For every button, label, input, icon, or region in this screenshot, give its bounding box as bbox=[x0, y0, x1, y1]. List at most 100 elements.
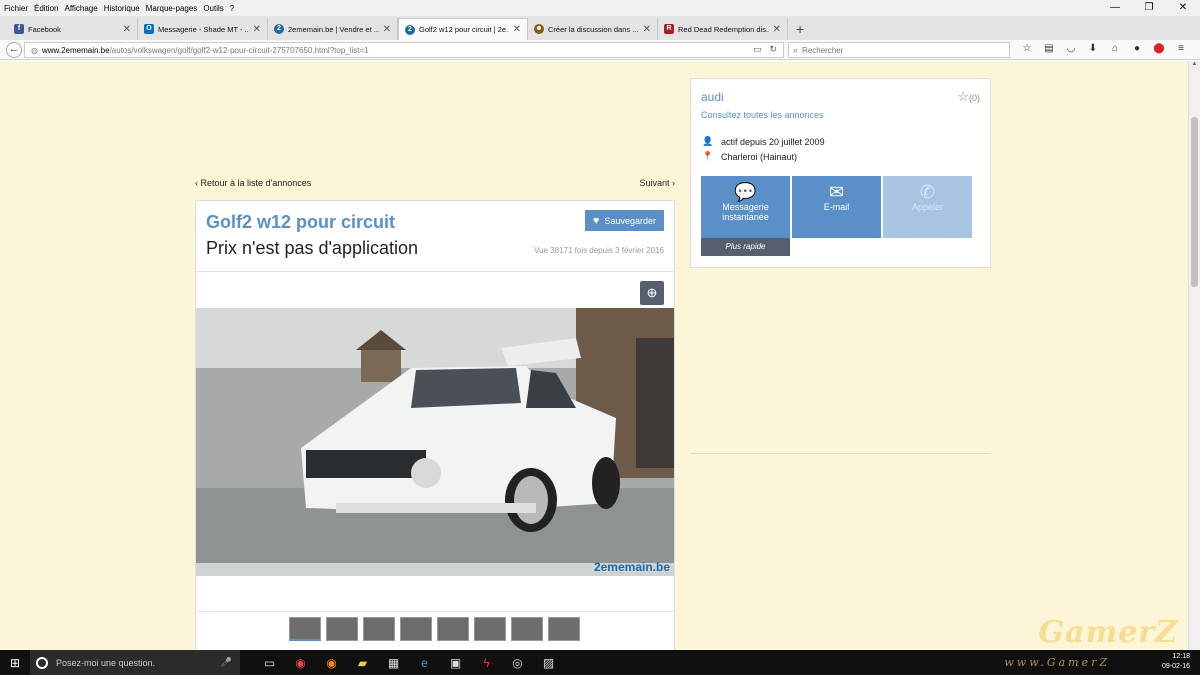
toolbar-icons: ☆ ▤ ◡ ⬇ ⌂ ● ⬤ ≡ bbox=[1016, 43, 1192, 54]
tab-label: Red Dead Redemption dis... bbox=[678, 24, 769, 34]
chevron-right-icon: › bbox=[669, 178, 675, 188]
save-button[interactable]: ♥ Sauvegarder bbox=[584, 210, 664, 231]
windows-taskbar: ⊞ Posez-moi une question. 🎤 ▭ ◉ ◉ ▰ ▦ e … bbox=[0, 650, 1200, 675]
close-tab-icon[interactable]: ✕ bbox=[643, 24, 651, 35]
windows-start-icon[interactable]: ⊞ bbox=[0, 656, 30, 670]
cortana-icon bbox=[36, 656, 48, 669]
instant-message-button[interactable]: 💬 Messagerie instantanée bbox=[701, 176, 790, 238]
task-view-icon[interactable]: ▭ bbox=[254, 656, 285, 670]
flash-icon[interactable]: ϟ bbox=[471, 656, 502, 670]
cortana-search[interactable]: Posez-moi une question. 🎤 bbox=[30, 650, 240, 675]
close-tab-icon[interactable]: ✕ bbox=[773, 24, 781, 35]
menu-tools[interactable]: Outils bbox=[203, 4, 223, 13]
close-window-button[interactable]: ✕ bbox=[1166, 0, 1200, 16]
photos-icon[interactable]: ▣ bbox=[440, 656, 471, 670]
divider bbox=[196, 271, 674, 272]
zoom-icon[interactable]: ⊕ bbox=[640, 281, 664, 305]
menu-edit[interactable]: Édition bbox=[34, 4, 58, 13]
thumbnail[interactable] bbox=[363, 617, 395, 641]
gamerz-url-watermark: www.GamerZ bbox=[1004, 656, 1110, 669]
reader-view-icon[interactable]: ▭ bbox=[753, 44, 762, 54]
globe-icon: ◍ bbox=[31, 45, 38, 55]
bookmarks-list-icon[interactable]: ▤ bbox=[1038, 43, 1060, 54]
listing-title: Golf2 w12 pour circuit bbox=[206, 212, 396, 232]
search-input[interactable] bbox=[802, 45, 993, 55]
thumbnail[interactable] bbox=[548, 617, 580, 641]
thumbnail[interactable] bbox=[326, 617, 358, 641]
close-tab-icon[interactable]: ✕ bbox=[253, 24, 261, 35]
back-arrow-icon[interactable]: ← bbox=[6, 41, 22, 58]
listing-price: Prix n'est pas d'application bbox=[206, 238, 418, 258]
tab-rdr[interactable]: R Red Dead Redemption dis... ✕ bbox=[658, 18, 788, 40]
next-link[interactable]: Suivant › bbox=[639, 178, 675, 188]
pocket-icon[interactable]: ◡ bbox=[1060, 43, 1082, 54]
system-clock[interactable]: 12:18 09-02-16 bbox=[1162, 652, 1190, 672]
home-icon[interactable]: ⌂ bbox=[1104, 43, 1126, 54]
seller-location: 📍 Charleroi (Hainaut) bbox=[702, 151, 798, 162]
thumbnail[interactable] bbox=[400, 617, 432, 641]
download-icon[interactable]: ⬇ bbox=[1082, 43, 1104, 54]
minimize-button[interactable]: — bbox=[1098, 0, 1132, 16]
chat-bubbles-icon: 💬 bbox=[734, 182, 757, 202]
tab-label: Messagerie - Shade MT - ... bbox=[158, 24, 249, 34]
menu-history[interactable]: Historique bbox=[104, 4, 140, 13]
bookmark-star-icon[interactable]: ☆ bbox=[1016, 43, 1038, 54]
gamerz-watermark: GamerZ bbox=[1038, 615, 1178, 650]
clock-date: 09-02-16 bbox=[1161, 663, 1190, 670]
seller-name[interactable]: audi bbox=[701, 90, 724, 104]
all-ads-link[interactable]: Consultez toutes les annonces bbox=[701, 110, 824, 120]
thumbnail[interactable] bbox=[289, 617, 321, 641]
restore-button[interactable]: ❐ bbox=[1132, 0, 1166, 16]
hamburger-menu-icon[interactable]: ≡ bbox=[1170, 43, 1192, 54]
tab-forum[interactable]: ☻ Créer la discussion dans ... ✕ bbox=[528, 18, 658, 40]
tab-golf2-active[interactable]: 2 Golf2 w12 pour circuit | 2e... ✕ bbox=[398, 18, 528, 40]
adblock-icon[interactable]: ⬤ bbox=[1148, 43, 1170, 54]
steam-icon[interactable]: ◎ bbox=[502, 656, 533, 670]
back-to-list-link[interactable]: ‹ Retour à la liste d'annonces bbox=[195, 178, 311, 188]
star-icon: ☆ bbox=[957, 89, 969, 104]
close-tab-icon[interactable]: ✕ bbox=[513, 24, 521, 35]
favorite-seller[interactable]: ☆(0) bbox=[957, 89, 980, 105]
tab-strip: f Facebook ✕ O Messagerie - Shade MT - .… bbox=[0, 16, 1200, 40]
tab-2ememain-home[interactable]: 2 2ememain.be | Vendre et ... ✕ bbox=[268, 18, 398, 40]
reload-icon[interactable]: ↻ bbox=[769, 44, 777, 54]
taskbar-apps: ▭ ◉ ◉ ▰ ▦ e ▣ ϟ ◎ ▨ bbox=[254, 656, 564, 670]
menu-bookmarks[interactable]: Marque-pages bbox=[146, 4, 198, 13]
search-icon: ⌕ bbox=[793, 44, 799, 55]
tab-messagerie[interactable]: O Messagerie - Shade MT - ... ✕ bbox=[138, 18, 268, 40]
listing-navigation: ‹ Retour à la liste d'annonces Suivant › bbox=[195, 178, 675, 188]
scroll-up-icon[interactable]: ▲ bbox=[1189, 61, 1200, 67]
fastest-badge: Plus rapide bbox=[701, 238, 790, 256]
file-explorer-icon[interactable]: ▰ bbox=[347, 656, 378, 670]
page-scrollbar[interactable]: ▲ bbox=[1188, 61, 1200, 650]
thumbnail-strip bbox=[289, 617, 585, 641]
edge-icon[interactable]: e bbox=[409, 656, 440, 670]
firefox-icon[interactable]: ◉ bbox=[316, 656, 347, 670]
menu-help[interactable]: ? bbox=[230, 4, 234, 13]
heart-icon: ♥ bbox=[592, 214, 600, 227]
window-controls: — ❐ ✕ bbox=[1098, 0, 1200, 16]
close-tab-icon[interactable]: ✕ bbox=[383, 24, 391, 35]
menu-file[interactable]: Fichier bbox=[4, 4, 28, 13]
close-tab-icon[interactable]: ✕ bbox=[123, 24, 131, 35]
location-pin-icon: 📍 bbox=[702, 151, 714, 161]
chat-icon[interactable]: ● bbox=[1126, 43, 1148, 54]
tab-label: Facebook bbox=[28, 24, 61, 34]
store-icon[interactable]: ▦ bbox=[378, 656, 409, 670]
thumbnail[interactable] bbox=[437, 617, 469, 641]
search-bar[interactable]: ⌕ bbox=[788, 42, 1010, 58]
scrollbar-thumb[interactable] bbox=[1191, 117, 1198, 287]
thumbnail[interactable] bbox=[511, 617, 543, 641]
menu-view[interactable]: Affichage bbox=[64, 4, 97, 13]
microphone-icon[interactable]: 🎤 bbox=[221, 657, 232, 668]
thumbnail[interactable] bbox=[474, 617, 506, 641]
chrome-icon[interactable]: ◉ bbox=[285, 656, 316, 670]
url-bar[interactable]: ◍ www.2ememain.be/autos/volkswagen/golf/… bbox=[24, 42, 784, 58]
tab-facebook[interactable]: f Facebook ✕ bbox=[8, 18, 138, 40]
car-photo[interactable]: 2ememain.be bbox=[196, 308, 674, 576]
page-content: ‹ Retour à la liste d'annonces Suivant ›… bbox=[0, 61, 1188, 650]
network-drive-icon[interactable]: ▨ bbox=[533, 656, 564, 670]
email-button[interactable]: ✉ E-mail bbox=[792, 176, 881, 238]
tab-label: 2ememain.be | Vendre et ... bbox=[288, 24, 379, 34]
new-tab-button[interactable]: + bbox=[788, 18, 812, 40]
